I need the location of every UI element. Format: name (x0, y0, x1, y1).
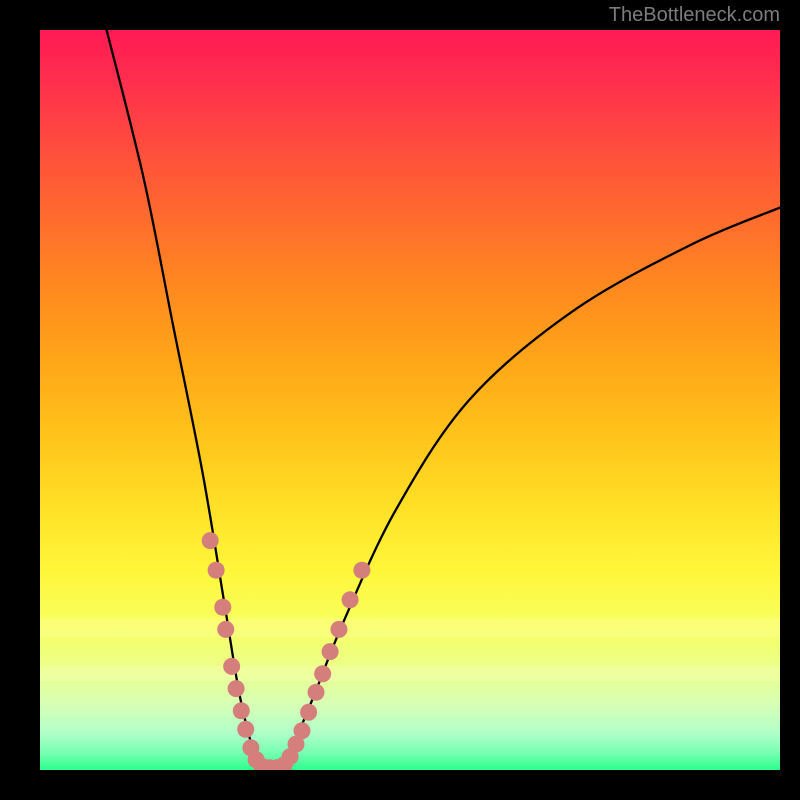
data-dot (233, 702, 250, 719)
data-dot (217, 621, 234, 638)
data-dot (228, 680, 245, 697)
data-dot (300, 704, 317, 721)
data-dot (202, 532, 219, 549)
plot-area (40, 30, 780, 770)
data-dot (353, 562, 370, 579)
data-dot (342, 591, 359, 608)
data-dot (293, 722, 310, 739)
data-dot (314, 665, 331, 682)
data-dots-group (202, 532, 371, 770)
data-dot (330, 621, 347, 638)
data-dot (237, 721, 254, 738)
bottleneck-curve (107, 30, 780, 770)
data-dot (308, 684, 325, 701)
chart-frame: TheBottleneck.com (0, 0, 800, 800)
data-dot (208, 562, 225, 579)
data-dot (322, 643, 339, 660)
data-dot (214, 599, 231, 616)
watermark-text: TheBottleneck.com (609, 4, 780, 27)
data-dot (223, 658, 240, 675)
curve-svg (40, 30, 780, 770)
